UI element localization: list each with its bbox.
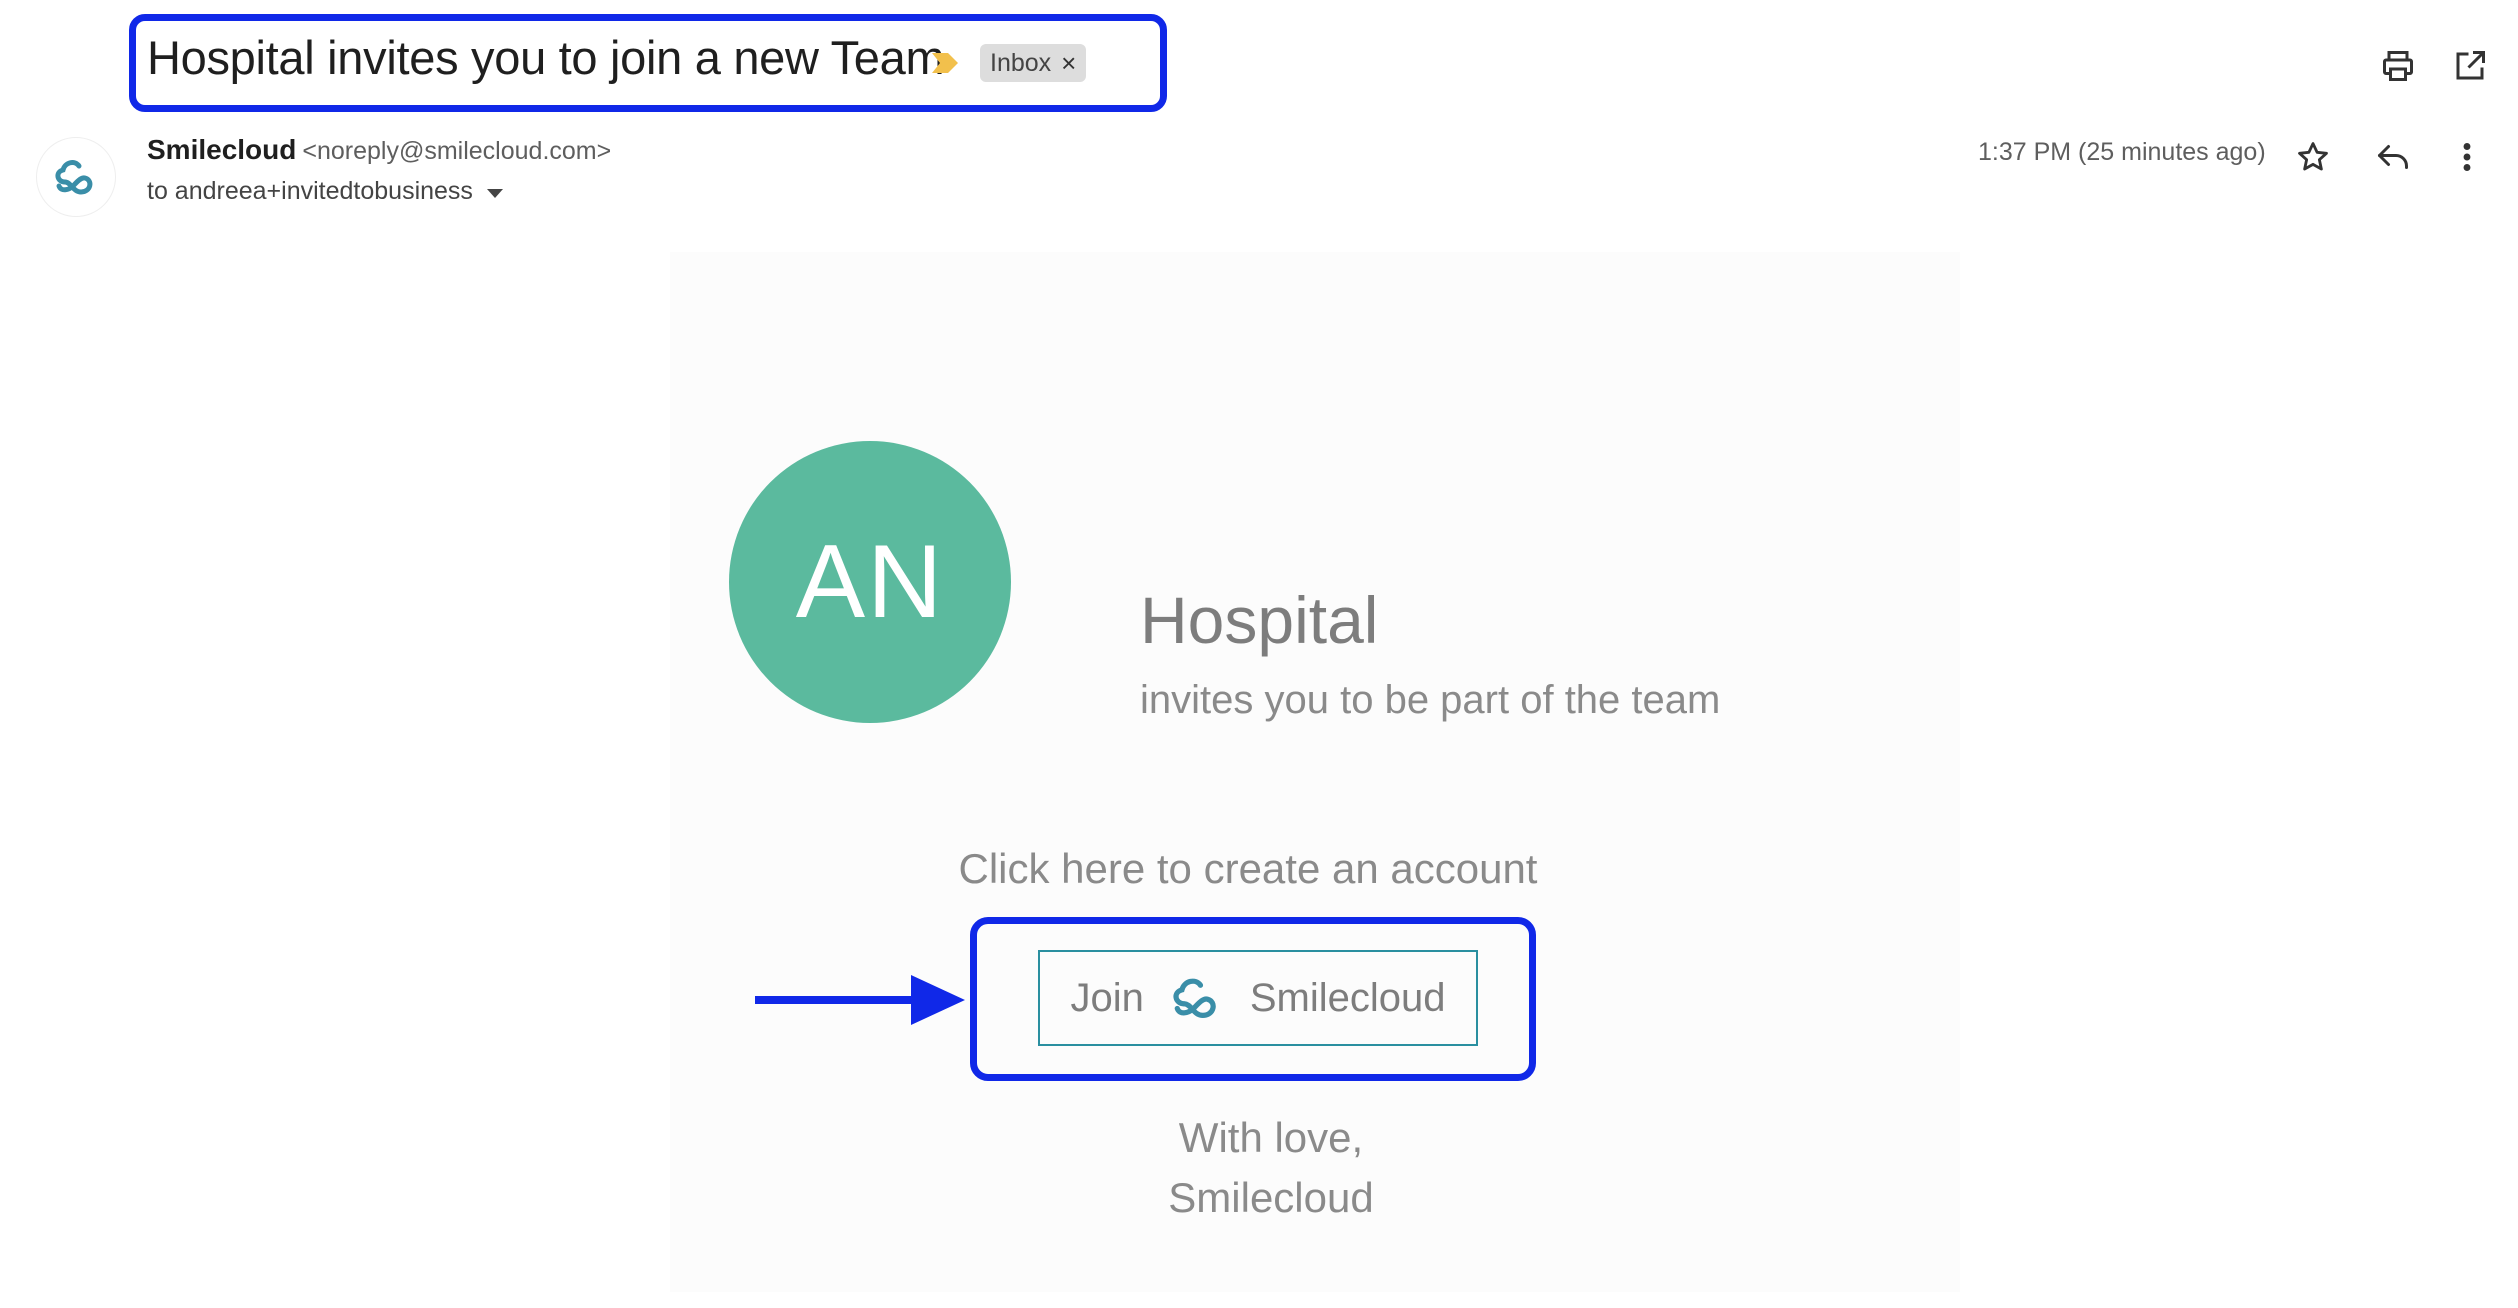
print-icon[interactable] — [2376, 44, 2420, 88]
importance-marker-icon[interactable] — [930, 51, 960, 80]
inbox-label-text: Inbox — [990, 48, 1052, 77]
pointer-arrow-icon — [755, 970, 967, 1035]
signoff-line: With love, — [0, 1114, 2518, 1162]
sender-email: <noreply@smilecloud.com> — [302, 137, 612, 165]
recipient-text: to andreea+invitedtobusiness — [147, 177, 473, 205]
signoff-text: With love, — [1178, 1114, 1364, 1161]
more-vert-icon[interactable] — [2444, 134, 2490, 180]
remove-label-button[interactable]: × — [1061, 48, 1076, 79]
email-timestamp: 1:37 PM (25 minutes ago) — [1978, 138, 2266, 166]
star-icon[interactable] — [2290, 134, 2336, 180]
smilecloud-logo-icon — [1173, 978, 1216, 1019]
email-subject: Hospital invites you to join a new Team — [147, 31, 945, 84]
join-label: Join — [1070, 975, 1144, 1020]
smilecloud-logo-icon — [55, 160, 93, 195]
join-smilecloud-button[interactable]: Join Smilecloud — [1038, 950, 1478, 1046]
smilecloud-label: Smilecloud — [1249, 975, 1446, 1020]
inbox-label-chip: Inbox × — [980, 44, 1087, 82]
team-avatar: AN — [729, 441, 1011, 723]
sender-line: Smilecloud <noreply@smilecloud.com> — [147, 134, 611, 166]
create-account-text: Click here to create an account — [0, 845, 2518, 893]
signature-name: Smilecloud — [0, 1174, 2518, 1222]
sender-name[interactable]: Smilecloud — [147, 134, 296, 165]
show-details-dropdown-icon[interactable] — [486, 189, 503, 198]
team-subtitle: invites you to be part of the team — [1140, 678, 1721, 722]
create-account-label: Click here to create an account — [958, 845, 1538, 892]
signature-text: Smilecloud — [1168, 1174, 1374, 1221]
sender-avatar[interactable] — [36, 137, 116, 217]
recipient-line: to andreea+invitedtobusiness — [147, 177, 503, 206]
open-in-new-window-icon[interactable] — [2448, 44, 2492, 88]
team-name: Hospital — [1140, 583, 1379, 657]
reply-icon[interactable] — [2370, 134, 2416, 180]
